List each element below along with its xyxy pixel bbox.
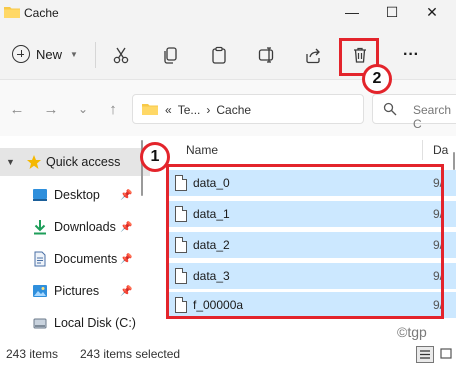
- download-icon: [34, 220, 46, 235]
- tiles-view-button[interactable]: [438, 346, 456, 363]
- arrow-right-icon: →: [43, 100, 59, 118]
- nav-item-pictures[interactable]: Pictures 📌: [0, 277, 150, 305]
- breadcrumb-separator-icon: ›: [206, 103, 211, 117]
- arrow-left-icon: ←: [9, 100, 25, 118]
- toolbar-divider: [95, 42, 96, 68]
- nav-item-label: Quick access: [46, 155, 121, 169]
- breadcrumb-segment[interactable]: Te...: [178, 103, 201, 117]
- selected-count: 243 items selected: [80, 347, 181, 361]
- breadcrumb-overflow[interactable]: «: [165, 103, 172, 117]
- recent-locations-button[interactable]: ⌄: [72, 98, 94, 120]
- nav-item-label: Documents: [54, 252, 118, 266]
- nav-item-quick-access[interactable]: ▼ Quick access: [0, 148, 150, 176]
- pin-icon: 📌: [120, 285, 133, 297]
- nav-item-downloads[interactable]: Downloads 📌: [0, 213, 150, 241]
- forward-button[interactable]: →: [40, 98, 62, 120]
- chevron-down-icon: ▼: [6, 157, 15, 167]
- address-bar[interactable]: « Te... › Cache: [132, 94, 364, 124]
- documents-icon: [34, 251, 46, 267]
- arrow-up-icon: ↑: [109, 100, 117, 118]
- maximize-button[interactable]: ☐: [372, 0, 412, 24]
- share-button[interactable]: [300, 42, 326, 68]
- up-button[interactable]: ↑: [102, 98, 124, 120]
- column-divider[interactable]: [422, 140, 423, 160]
- close-button[interactable]: ✕: [412, 0, 452, 24]
- window-title: Cache: [24, 6, 59, 20]
- copy-button[interactable]: [158, 42, 184, 68]
- desktop-icon: [33, 189, 47, 201]
- rename-button[interactable]: [254, 42, 280, 68]
- pin-icon: 📌: [120, 189, 133, 201]
- back-button[interactable]: ←: [6, 98, 28, 120]
- new-button[interactable]: New ▼: [12, 42, 78, 66]
- rename-icon: [258, 47, 274, 63]
- nav-item-documents[interactable]: Documents 📌: [0, 245, 150, 273]
- new-label: New: [36, 46, 63, 62]
- minimize-icon: —: [345, 4, 359, 20]
- callout-1: 1: [140, 142, 170, 172]
- nav-item-local-disk[interactable]: Local Disk (C:): [0, 309, 150, 337]
- pictures-icon: [33, 285, 47, 297]
- nav-item-label: Pictures: [54, 284, 100, 298]
- minimize-button[interactable]: —: [332, 0, 372, 24]
- watermark: ©tgp: [397, 324, 427, 340]
- pin-icon: 📌: [120, 253, 133, 265]
- search-icon: [383, 102, 397, 116]
- close-icon: ✕: [426, 3, 438, 20]
- paste-button[interactable]: [206, 42, 232, 68]
- callout-2: 2: [362, 64, 392, 94]
- nav-item-desktop[interactable]: Desktop 📌: [0, 181, 150, 209]
- pin-icon: 📌: [120, 221, 133, 233]
- drive-icon: [33, 318, 47, 329]
- title-bar: Cache — ☐ ✕: [0, 0, 456, 28]
- paste-icon: [212, 46, 226, 64]
- callout-number: 1: [150, 148, 160, 165]
- breadcrumb-segment[interactable]: Cache: [216, 103, 251, 117]
- search-box[interactable]: Search C: [372, 94, 456, 131]
- nav-item-label: Downloads: [54, 220, 116, 234]
- navigation-pane: ▼ Quick access Desktop 📌 Downloads 📌 Doc…: [0, 136, 150, 344]
- chevron-down-icon: ▼: [70, 49, 78, 59]
- share-icon: [306, 48, 320, 64]
- more-options-icon: ···: [403, 46, 419, 63]
- tiles-view-icon: [440, 348, 452, 359]
- more-options-button[interactable]: ···: [398, 42, 424, 68]
- column-date-header[interactable]: Da: [433, 143, 448, 157]
- column-header: Name Da: [150, 136, 456, 164]
- status-bar: 243 items 243 items selected: [0, 344, 456, 365]
- details-view-button[interactable]: [416, 346, 434, 363]
- details-view-icon: [420, 350, 430, 359]
- folder-icon: [4, 7, 20, 18]
- copy-icon: [164, 47, 177, 64]
- nav-item-label: Desktop: [54, 188, 100, 202]
- nav-item-label: Local Disk (C:): [54, 316, 136, 330]
- file-list-scrollbar[interactable]: [452, 152, 456, 344]
- column-name-header[interactable]: Name: [186, 143, 218, 157]
- plus-icon: [12, 45, 30, 63]
- callout-number: 2: [372, 70, 382, 87]
- cut-button[interactable]: [108, 42, 134, 68]
- search-input[interactable]: Search C: [413, 103, 456, 131]
- breadcrumb: « Te... › Cache: [165, 103, 251, 117]
- maximize-icon: ☐: [385, 3, 399, 20]
- chevron-down-icon: ⌄: [77, 102, 89, 116]
- star-icon: [27, 155, 41, 169]
- item-count: 243 items: [6, 347, 59, 361]
- cut-icon: [113, 47, 129, 64]
- files-highlight-box: [166, 164, 444, 319]
- folder-icon: [142, 104, 158, 115]
